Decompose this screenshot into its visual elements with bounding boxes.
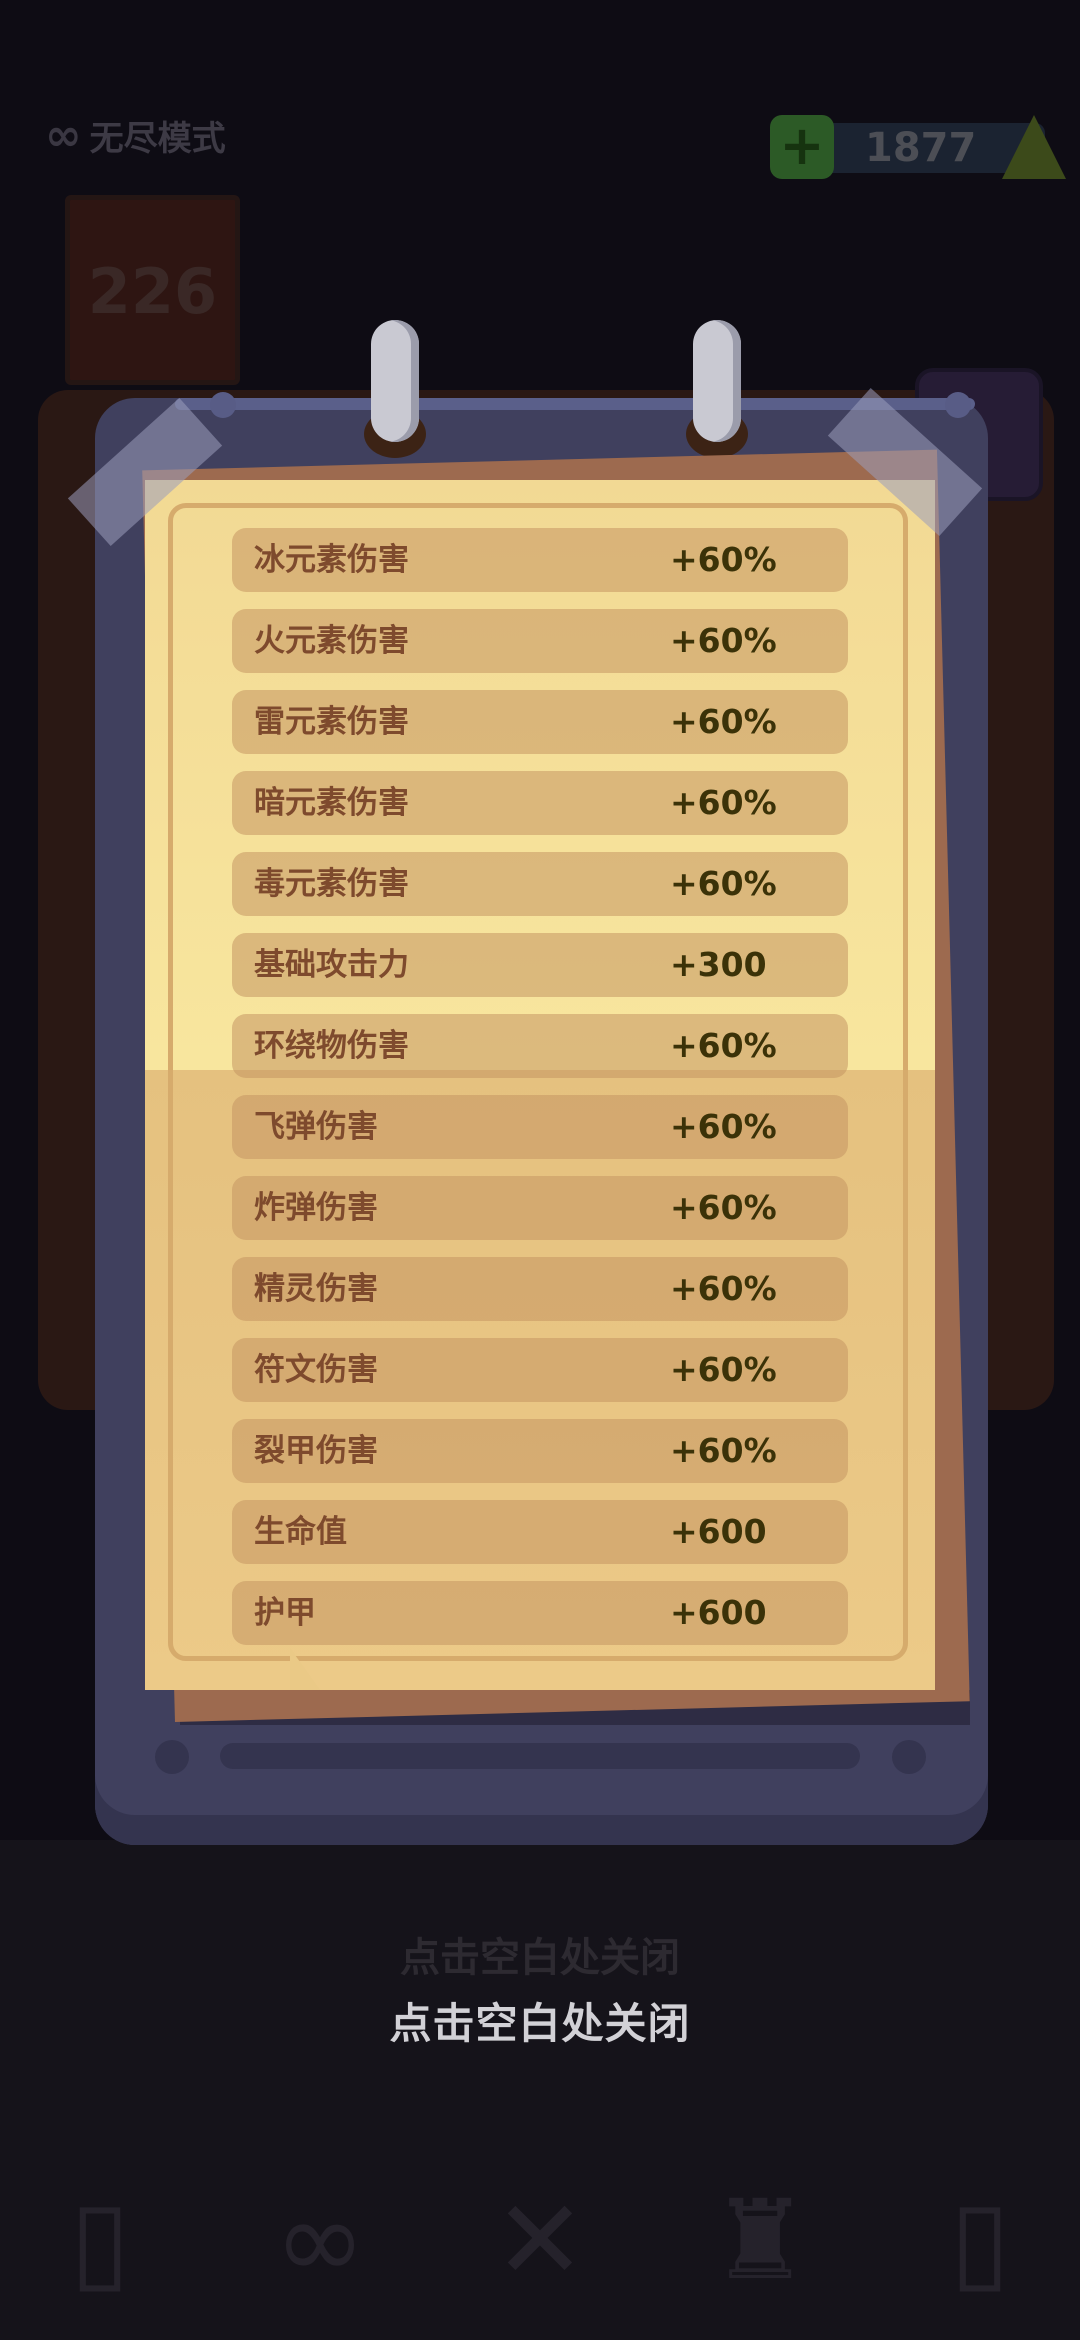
stat-list: 冰元素伤害 +60% 火元素伤害 +60% 雷元素伤害 +60% 暗元素伤害 +60% …: [232, 528, 848, 1662]
stat-row: 符文伤害 +60%: [232, 1338, 848, 1402]
game-screen: ∞ 无尽模式 + 1877 226 点击空白处关闭 ▯ ∞ ✕ ♜ ▯ 冰元素伤…: [0, 0, 1080, 2340]
stat-row: 冰元素伤害 +60%: [232, 528, 848, 592]
binder-ring: [371, 320, 419, 442]
stat-name: 符文伤害: [254, 1352, 378, 1388]
stat-row: 飞弹伤害 +60%: [232, 1095, 848, 1159]
stat-value: +60%: [670, 1350, 777, 1389]
stat-row: 暗元素伤害 +60%: [232, 771, 848, 835]
stat-name: 冰元素伤害: [254, 542, 409, 578]
stat-name: 炸弹伤害: [254, 1190, 378, 1226]
stat-value: +60%: [670, 1188, 777, 1227]
stat-value: +60%: [670, 1107, 777, 1146]
clipboard-rivet: [945, 392, 971, 418]
stat-row: 护甲 +600: [232, 1581, 848, 1645]
stat-row: 裂甲伤害 +60%: [232, 1419, 848, 1483]
stat-value: +300: [670, 945, 767, 984]
stat-value: +600: [670, 1593, 767, 1632]
stat-name: 火元素伤害: [254, 623, 409, 659]
stat-value: +60%: [670, 621, 777, 660]
stat-name: 精灵伤害: [254, 1271, 378, 1307]
stat-row: 火元素伤害 +60%: [232, 609, 848, 673]
stat-value: +60%: [670, 1269, 777, 1308]
stat-value: +60%: [670, 783, 777, 822]
stat-name: 雷元素伤害: [254, 704, 409, 740]
clipboard-rivet: [892, 1740, 926, 1774]
clipboard-bottom-track: [220, 1743, 860, 1769]
stat-row: 环绕物伤害 +60%: [232, 1014, 848, 1078]
stat-name: 护甲: [254, 1595, 316, 1631]
stat-row: 基础攻击力 +300: [232, 933, 848, 997]
binder-ring: [693, 320, 741, 442]
stat-value: +60%: [670, 540, 777, 579]
stat-name: 毒元素伤害: [254, 866, 409, 902]
stat-row: 精灵伤害 +60%: [232, 1257, 848, 1321]
stat-value: +60%: [670, 702, 777, 741]
stat-name: 暗元素伤害: [254, 785, 409, 821]
stat-value: +60%: [670, 864, 777, 903]
stat-name: 基础攻击力: [254, 947, 409, 983]
stat-name: 生命值: [254, 1514, 347, 1550]
stat-name: 裂甲伤害: [254, 1433, 378, 1469]
stat-row: 毒元素伤害 +60%: [232, 852, 848, 916]
clipboard-rivet: [155, 1740, 189, 1774]
stat-row: 炸弹伤害 +60%: [232, 1176, 848, 1240]
stat-value: +600: [670, 1512, 767, 1551]
stat-row: 雷元素伤害 +60%: [232, 690, 848, 754]
close-hint[interactable]: 点击空白处关闭: [0, 1990, 1080, 2051]
stat-value: +60%: [670, 1026, 777, 1065]
clipboard-rivet: [210, 392, 236, 418]
stat-name: 环绕物伤害: [254, 1028, 409, 1064]
stat-name: 飞弹伤害: [254, 1109, 378, 1145]
stat-row: 生命值 +600: [232, 1500, 848, 1564]
stat-value: +60%: [670, 1431, 777, 1470]
